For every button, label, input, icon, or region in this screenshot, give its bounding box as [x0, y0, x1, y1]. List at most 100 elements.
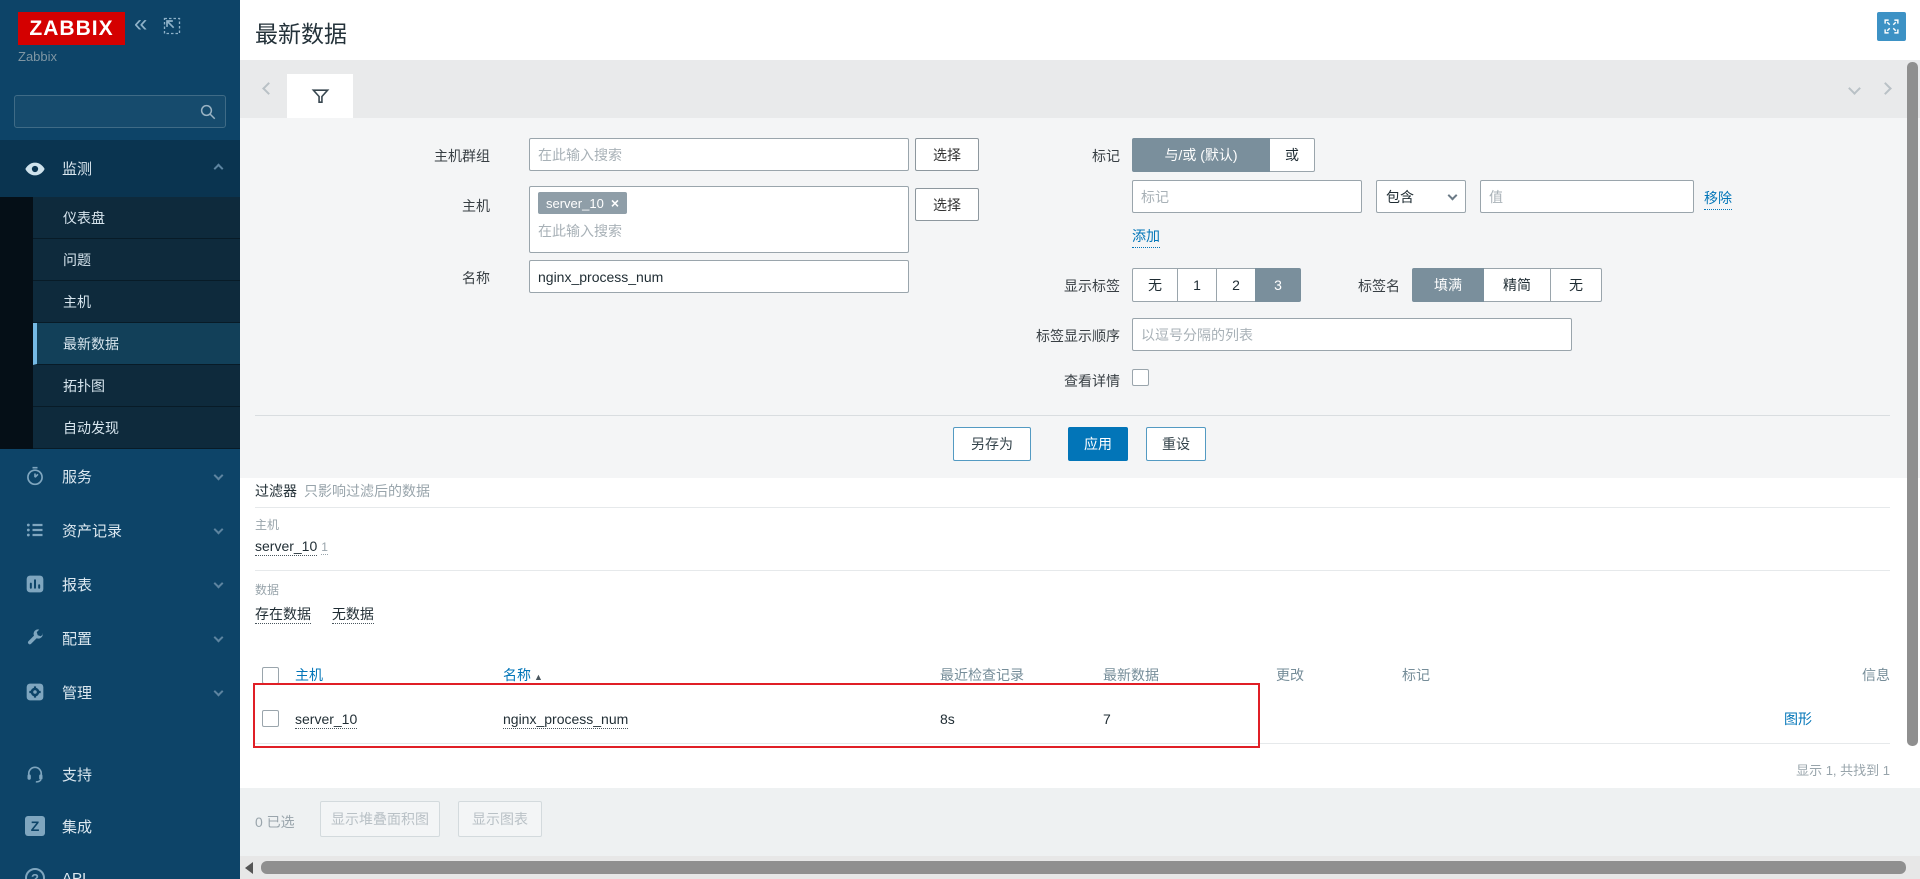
sidebar-item-inventory[interactable]: 资产记录	[0, 503, 240, 557]
eye-icon	[24, 158, 46, 180]
sidebar-item-administration[interactable]: 管理	[0, 665, 240, 719]
name-input[interactable]	[529, 260, 909, 293]
sidebar-item-label: 报表	[62, 574, 92, 595]
sidebar-search[interactable]	[14, 95, 226, 128]
sidebar-item-label: 配置	[62, 628, 92, 649]
apply-button[interactable]: 应用	[1068, 427, 1128, 461]
column-header-name[interactable]: 名称	[503, 667, 531, 683]
tags-mode-segment: 与/或 (默认) 或	[1132, 138, 1315, 172]
host-select-button[interactable]: 选择	[915, 188, 979, 221]
sidebar-item-services[interactable]: 服务	[0, 449, 240, 503]
zabbix-latest-data-page: ZABBIX « Zabbix 监测 仪表盘 问题 主机	[0, 0, 1920, 879]
sidebar-item-integrations[interactable]: Z 集成	[0, 800, 240, 852]
filter-form: 主机群组 选择 主机 server_10 × 在此输入搜索 选择 名称 标记 与…	[240, 118, 1920, 478]
row-item-name-link[interactable]: nginx_process_num	[503, 711, 628, 729]
fullscreen-button[interactable]	[1877, 12, 1906, 41]
tags-and-or-button[interactable]: 与/或 (默认)	[1132, 138, 1270, 172]
subfilter-host-row: server_10 1	[255, 538, 328, 554]
subfilter-subtitle: 只影响过滤后的数据	[304, 483, 430, 499]
subfilter-host-count[interactable]: 1	[321, 540, 328, 555]
stopwatch-icon	[24, 466, 46, 486]
sidebar-search-input[interactable]	[15, 104, 199, 119]
show-tags-2-button[interactable]: 2	[1216, 268, 1256, 302]
show-tags-label: 显示标签	[940, 276, 1120, 296]
sidebar-item-api[interactable]: ? API	[0, 852, 240, 879]
sidebar-item-discovery[interactable]: 自动发现	[33, 407, 240, 449]
show-tags-3-button[interactable]: 3	[1255, 268, 1301, 302]
monitoring-submenu: 仪表盘 问题 主机 最新数据 拓扑图 自动发现	[0, 197, 240, 449]
headset-icon	[24, 764, 46, 784]
with-data-link[interactable]: 存在数据	[255, 606, 311, 624]
display-stacked-graph-button[interactable]: 显示堆叠面积图	[320, 801, 440, 837]
sidebar-item-support[interactable]: 支持	[0, 748, 240, 800]
chip-remove-icon[interactable]: ×	[611, 195, 619, 211]
host-multiselect[interactable]: server_10 × 在此输入搜索	[529, 186, 909, 253]
sidebar-item-configuration[interactable]: 配置	[0, 611, 240, 665]
chevron-down-icon	[214, 633, 224, 643]
gear-icon	[24, 682, 46, 702]
sidebar-item-dashboard[interactable]: 仪表盘	[33, 197, 240, 239]
horizontal-scrollbar-thumb[interactable]	[261, 861, 1906, 874]
chevron-down-icon	[214, 525, 224, 535]
tabs-scroll-right-button[interactable]	[1879, 82, 1892, 95]
host-group-label: 主机群组	[300, 146, 490, 166]
sidebar-item-maps[interactable]: 拓扑图	[33, 365, 240, 407]
funnel-icon	[311, 87, 330, 106]
save-as-button[interactable]: 另存为	[953, 427, 1031, 461]
show-tags-1-button[interactable]: 1	[1177, 268, 1217, 302]
subfilter-host-label: 主机	[255, 516, 279, 533]
sidebar-item-label: API	[62, 870, 86, 879]
search-icon[interactable]	[199, 103, 217, 121]
sidebar-item-reports[interactable]: 报表	[0, 557, 240, 611]
sidebar-item-hosts[interactable]: 主机	[33, 281, 240, 323]
scroll-left-arrow-icon[interactable]	[245, 862, 253, 874]
tags-or-button[interactable]: 或	[1269, 138, 1315, 172]
kiosk-mode-icon[interactable]	[162, 16, 182, 39]
tag-name-shortened-button[interactable]: 精简	[1483, 268, 1551, 302]
vertical-scrollbar-thumb[interactable]	[1907, 62, 1918, 746]
tag-display-priority-input[interactable]	[1132, 318, 1572, 351]
row-last-value: 7	[1103, 711, 1276, 727]
tag-value-input[interactable]	[1480, 180, 1694, 213]
sidebar-item-latest-data[interactable]: 最新数据	[33, 323, 240, 365]
tag-operator-value: 包含	[1386, 187, 1414, 207]
tag-name-none-button[interactable]: 无	[1550, 268, 1602, 302]
tabs-scroll-left-button[interactable]	[264, 80, 273, 96]
reset-button[interactable]: 重设	[1146, 427, 1206, 461]
horizontal-scrollbar[interactable]	[240, 856, 1920, 879]
host-group-input[interactable]	[529, 138, 909, 171]
host-input-placeholder[interactable]: 在此输入搜索	[538, 221, 900, 241]
table-header-row: 主机 名称▲ 最近检查记录 最新数据 更改 标记 信息	[255, 656, 1890, 694]
tag-operator-select[interactable]: 包含	[1376, 180, 1466, 213]
sidebar-item-problems[interactable]: 问题	[33, 239, 240, 281]
subfilter-host-link[interactable]: server_10	[255, 538, 317, 556]
show-tags-none-button[interactable]: 无	[1132, 268, 1178, 302]
sub-item-label: 拓扑图	[63, 376, 105, 396]
host-group-select-button[interactable]: 选择	[915, 138, 979, 171]
sidebar-collapse-icon[interactable]: «	[134, 10, 147, 38]
zabbix-logo[interactable]: ZABBIX	[18, 12, 125, 45]
row-host-link[interactable]: server_10	[295, 711, 357, 729]
sort-ascending-icon: ▲	[534, 672, 543, 682]
sidebar-item-label: 资产记录	[62, 520, 122, 541]
show-details-checkbox[interactable]	[1132, 369, 1149, 386]
sidebar-item-monitoring[interactable]: 监测	[0, 140, 240, 197]
page-title: 最新数据	[255, 15, 347, 49]
zabbix-z-icon: Z	[24, 816, 46, 836]
select-all-checkbox[interactable]	[262, 667, 279, 684]
filter-strip-controls	[1850, 84, 1890, 93]
tag-name-input[interactable]	[1132, 180, 1362, 213]
page-header: 最新数据	[240, 0, 1920, 60]
display-graph-button[interactable]: 显示图表	[458, 801, 542, 837]
tag-name-full-button[interactable]: 填满	[1412, 268, 1484, 302]
column-header-host[interactable]: 主机	[295, 667, 323, 683]
show-details-label: 查看详情	[940, 371, 1120, 391]
tag-remove-link[interactable]: 移除	[1704, 188, 1732, 210]
without-data-link[interactable]: 无数据	[332, 606, 374, 624]
collapse-filter-chevron[interactable]	[1848, 82, 1861, 95]
sub-item-label: 仪表盘	[63, 208, 105, 228]
row-graph-link[interactable]: 图形	[1784, 711, 1812, 727]
filter-tab[interactable]	[287, 74, 353, 118]
row-checkbox[interactable]	[262, 710, 279, 727]
tag-add-link[interactable]: 添加	[1132, 226, 1160, 248]
